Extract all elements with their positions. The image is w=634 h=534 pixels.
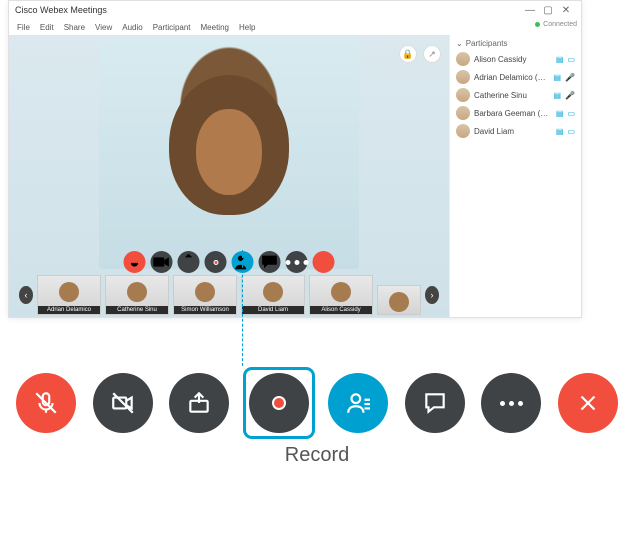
menu-view[interactable]: View [95, 23, 112, 32]
thumbnail-3[interactable]: Simon Williamson [173, 275, 237, 315]
minimize-button[interactable]: — [521, 5, 539, 16]
mic-icon: ▤ [556, 127, 564, 136]
callout-line [242, 250, 243, 366]
mute-button[interactable] [124, 251, 146, 273]
menu-participant[interactable]: Participant [153, 23, 191, 32]
mic-icon: ▤ [556, 55, 564, 64]
titlebar: Cisco Webex Meetings — ▢ ✕ [9, 1, 581, 19]
record-button-large[interactable] [246, 370, 312, 436]
mic-icon: ▤ [553, 73, 561, 82]
app-title: Cisco Webex Meetings [15, 5, 107, 15]
thumbnail-5[interactable]: Alison Cassidy [309, 275, 373, 315]
meeting-controls-large [16, 370, 618, 436]
participant-row[interactable]: Catherine Sinu▤🎤 [456, 88, 575, 102]
cam-icon: 🎤 [565, 91, 575, 100]
video-area: ⊞ Catherine Sinu ⟳ 🔒 ↗ [9, 35, 449, 317]
participants-header[interactable]: ⌄ Participants [456, 39, 575, 48]
mic-icon: ▤ [556, 109, 564, 118]
connection-status: Connected [535, 21, 577, 28]
record-label: Record [0, 444, 634, 467]
thumbnail-2[interactable]: Catherine Sinu [105, 275, 169, 315]
lock-icon[interactable]: 🔒 [399, 45, 417, 63]
chat-button[interactable] [259, 251, 281, 273]
app-window: Cisco Webex Meetings — ▢ ✕ File Edit Sha… [8, 0, 582, 318]
expand-icon[interactable]: ↗ [423, 45, 441, 63]
video-button[interactable] [151, 251, 173, 273]
menu-file[interactable]: File [17, 23, 30, 32]
more-button-large[interactable] [481, 373, 541, 433]
scroll-left-button[interactable]: ‹ [19, 286, 33, 304]
video-button-large[interactable] [93, 373, 153, 433]
menu-audio[interactable]: Audio [122, 23, 142, 32]
record-button-small[interactable] [205, 251, 227, 273]
thumbnail-1[interactable]: Adrian Delamico [37, 275, 101, 315]
record-dot-icon [272, 396, 286, 410]
participant-row[interactable]: David Liam▤▭ [456, 124, 575, 138]
participants-panel: Connected ⌄ Participants Alison Cassidy▤… [449, 35, 581, 317]
mic-icon: ▤ [553, 91, 561, 100]
close-window-button[interactable]: ✕ [557, 5, 575, 16]
mute-button-large[interactable] [16, 373, 76, 433]
chat-button-large[interactable] [405, 373, 465, 433]
share-button-large[interactable] [169, 373, 229, 433]
participant-row[interactable]: Barbara Geeman (Me)▤▭ [456, 106, 575, 120]
cam-icon: ▭ [567, 109, 575, 118]
thumbnail-strip: ‹ Adrian Delamico Catherine Sinu Simon W… [19, 275, 439, 315]
thumbnail-4[interactable]: David Liam [241, 275, 305, 315]
self-view[interactable] [377, 285, 421, 315]
record-dot-icon [213, 260, 218, 265]
menu-edit[interactable]: Edit [40, 23, 54, 32]
cam-icon: 🎤 [565, 73, 575, 82]
menu-help[interactable]: Help [239, 23, 255, 32]
leave-button-large[interactable] [558, 373, 618, 433]
scroll-right-button[interactable]: › [425, 286, 439, 304]
presenter-video [99, 39, 359, 269]
menubar: File Edit Share View Audio Participant M… [9, 19, 581, 35]
share-button[interactable] [178, 251, 200, 273]
cam-icon: ▭ [567, 55, 575, 64]
meeting-controls-small [124, 251, 335, 273]
menu-meeting[interactable]: Meeting [201, 23, 229, 32]
leave-button[interactable] [313, 251, 335, 273]
participant-row[interactable]: Adrian Delamico (Host)▤🎤 [456, 70, 575, 84]
more-button[interactable] [286, 251, 308, 273]
participants-button-large[interactable] [328, 373, 388, 433]
maximize-button[interactable]: ▢ [539, 5, 557, 16]
menu-share[interactable]: Share [64, 23, 85, 32]
participant-row[interactable]: Alison Cassidy▤▭ [456, 52, 575, 66]
cam-icon: ▭ [567, 127, 575, 136]
